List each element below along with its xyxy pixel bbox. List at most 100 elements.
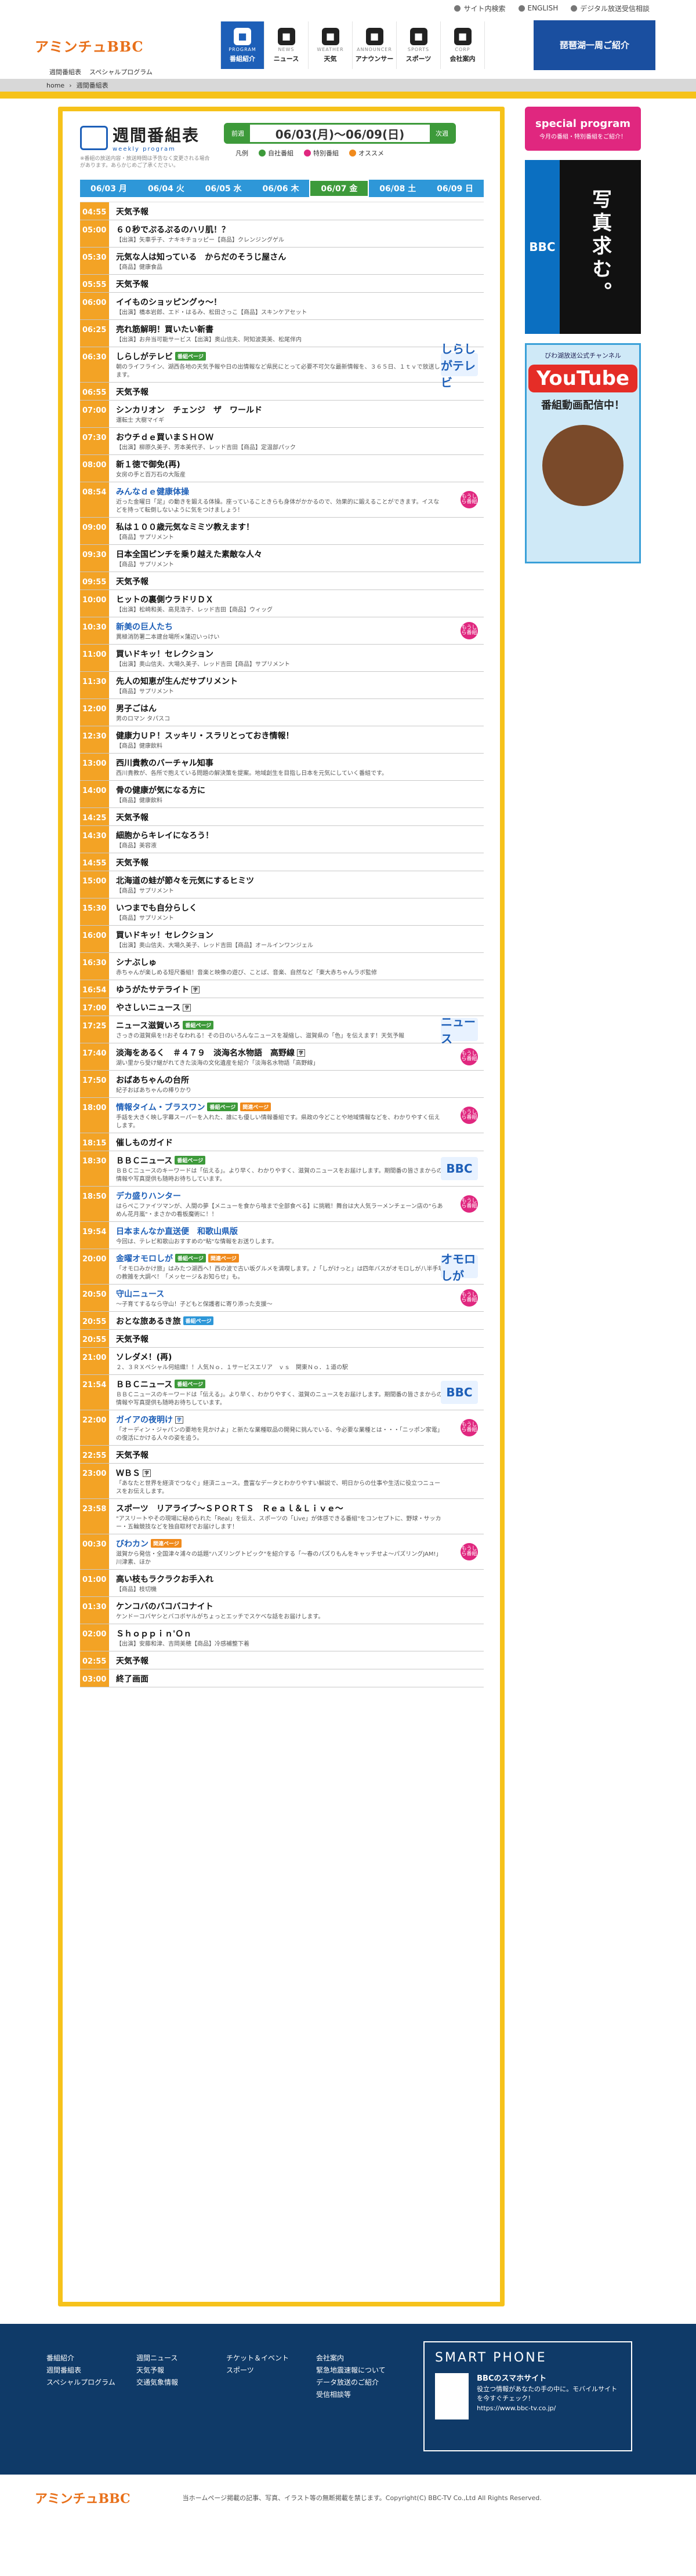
program-row[interactable]: 04:55 天気予報 [80, 202, 484, 221]
program-title[interactable]: 細胞からキレイになろう！ [116, 829, 479, 841]
program-row[interactable]: 12:30 健康力ＵＰ！スッキリ・スラリとっておき情報！ 【商品】健康飲料 [80, 726, 484, 754]
program-tag[interactable]: 関連ページ [240, 1103, 271, 1112]
program-row[interactable]: 01:30 ケンコバのバコバコナイト ケンドーコバヤシとバコボヤルがちょっとエッチで… [80, 1597, 484, 1625]
program-row[interactable]: 17:00 やさしいニュース字 [80, 998, 484, 1017]
program-row[interactable]: 08:00 新１徳で御免(再) 女房の手と百万石の大阪産 [80, 455, 484, 483]
program-title[interactable]: 天気予報 [116, 812, 479, 823]
day-tab[interactable]: 06/08 土 [369, 180, 426, 197]
program-title[interactable]: 私は１００歳元気なミミツ教えます！ [116, 521, 479, 533]
footer-link[interactable]: データ放送のご紹介 [316, 2377, 406, 2387]
program-row[interactable]: 10:30 新美の巨人たち 異極消防署二本建台場所×蒲辺いっけい もうしら番組 [80, 617, 484, 645]
program-row[interactable]: 07:00 シンカリオン チェンジ ザ ワールド 運転士 大樹マイギ [80, 401, 484, 428]
program-title[interactable]: おとな旅あるき旅 番組ページ [116, 1315, 479, 1327]
program-row[interactable]: 18:00 情報タイム・ブラスワン 番組ページ 関連ページ 手話を大きく映し字幕スーパー… [80, 1098, 484, 1134]
program-thumbnail[interactable]: ニュース [441, 1015, 478, 1046]
program-row[interactable]: 06:25 売れ筋解明！買いたい新書 【出演】お弁当可能サービス【出演】奥山信夫、阿… [80, 320, 484, 348]
program-row[interactable]: 18:30 ＢＢＣニュース 番組ページ ＢＢＣニュースのキーワードは「伝える」。より早… [80, 1151, 484, 1187]
program-title[interactable]: 北海道の蛙が節々を元気にするヒミツ [116, 875, 479, 886]
program-tag[interactable]: 番組ページ [207, 1103, 238, 1112]
program-title[interactable]: 天気予報 [116, 278, 479, 290]
program-title[interactable]: ゆうがたサテライト字 [116, 984, 479, 995]
program-title[interactable]: 高い枝もラクラクお手入れ [116, 1573, 479, 1585]
program-tag[interactable]: 番組ページ [175, 352, 206, 361]
day-tab[interactable]: 06/03 月 [80, 180, 137, 197]
program-row[interactable]: 09:00 私は１００歳元気なミミツ教えます！ 【商品】サプリメント [80, 518, 484, 545]
program-row[interactable]: 14:30 細胞からキレイになろう！ 【商品】美容液 [80, 826, 484, 854]
program-row[interactable]: 05:55 天気予報 [80, 275, 484, 293]
program-row[interactable]: 15:00 北海道の蛙が節々を元気にするヒミツ 【商品】サプリメント [80, 871, 484, 899]
program-title[interactable]: 金曜オモロしが 番組ページ 関連ページ [116, 1253, 479, 1264]
program-title[interactable]: 買いドキッ！セレクション [116, 648, 479, 660]
program-title[interactable]: 新１徳で御免(再) [116, 459, 479, 470]
program-tag[interactable]: 番組ページ [175, 1254, 206, 1263]
sub-link-0[interactable]: 週間番組表 [49, 67, 81, 77]
program-row[interactable]: 11:00 買いドキッ！セレクション 【出演】奥山信夫、大場久美子、レッド吉田【商品… [80, 645, 484, 672]
program-title[interactable]: 骨の健康が気になる方に [116, 784, 479, 796]
program-row[interactable]: 13:00 西川貴教のバーチャル知事 西川貴教が、各所で抱えている問題の解決策を提案… [80, 754, 484, 781]
program-row[interactable]: 02:00 Ｓｈｏｐｐｉｎ'Ｏｎ 【出演】安藤和津、吉岡美穂【商品】冷感補整下着 [80, 1624, 484, 1652]
program-row[interactable]: 22:55 天気予報 [80, 1446, 484, 1464]
program-row[interactable]: 18:50 デカ盛りハンター はらぺこファイツマンが、人間の夢【メニューを食から喰ま… [80, 1187, 484, 1222]
program-row[interactable]: 05:30 元気な人は知っている からだのそうじ屋さん 【商品】健康食品 [80, 248, 484, 275]
program-row[interactable]: 17:40 淡海をあるく ＃４７９ 淡海名水物語 高野線字湖い里から受け継がれてき… [80, 1043, 484, 1071]
program-title[interactable]: Ｓｈｏｐｐｉｎ'Ｏｎ [116, 1628, 479, 1639]
prev-week-button[interactable]: 前週 [226, 125, 250, 142]
day-tab[interactable]: 06/04 火 [137, 180, 195, 197]
nav-sports[interactable]: ■ SPORTS スポーツ [397, 21, 441, 69]
program-title[interactable]: 天気予報 [116, 857, 479, 868]
program-title[interactable]: 終了画面 [116, 1673, 479, 1684]
program-row[interactable]: 08:54 みんなｄｅ健康体操 近った金曜日「足」の動きを鍛える体操。座っていること… [80, 482, 484, 518]
program-row[interactable]: 11:30 先人の知恵が生んだサプリメント 【商品】サプリメント [80, 672, 484, 700]
site-logo[interactable]: アミンチュBBC [35, 28, 145, 63]
program-title[interactable]: 売れ筋解明！買いたい新書 [116, 323, 479, 335]
program-row[interactable]: 09:55 天気予報 [80, 572, 484, 591]
program-title[interactable]: 天気予報 [116, 206, 479, 217]
program-title[interactable]: 天気予報 [116, 1655, 479, 1667]
program-row[interactable]: 12:00 男子ごはん 男のロマン タパスコ [80, 699, 484, 727]
program-row[interactable]: 10:00 ヒットの裏側ウラドリＤＸ 【出演】松崎和美、高見浩子、レッド吉田【商品】… [80, 590, 484, 618]
header-banner[interactable]: 琵琶湖一周ご紹介 [534, 20, 655, 70]
program-row[interactable]: 16:00 買いドキッ！セレクション 【出演】奥山信夫、大場久美子、レッド吉田【商品… [80, 926, 484, 954]
program-title[interactable]: 日本まんなか直送便 和歌山県版 [116, 1225, 479, 1237]
footer-link[interactable]: スペシャルプログラム [46, 2377, 136, 2387]
program-title[interactable]: いつまでも自分らしく [116, 902, 479, 914]
program-tag[interactable]: 番組ページ [175, 1156, 206, 1165]
program-title[interactable]: 買いドキッ！セレクション [116, 929, 479, 941]
digital-consult-link[interactable]: デジタル放送受信相談 [571, 3, 650, 13]
program-title[interactable]: やさしいニュース字 [116, 1002, 479, 1013]
footer-link[interactable]: スポーツ [226, 2365, 316, 2375]
nav-corp[interactable]: ■ CORP 会社案内 [441, 21, 485, 69]
footer-link[interactable]: チケット＆イベント [226, 2353, 316, 2363]
youtube-banner[interactable]: びわ湖放送公式チャンネル YouTube 番組動画配信中！ [525, 343, 641, 563]
program-title[interactable]: 天気予報 [116, 1449, 479, 1461]
program-title[interactable]: おばあちゃんの台所 [116, 1074, 479, 1086]
program-title[interactable]: シンカリオン チェンジ ザ ワールド [116, 404, 479, 416]
program-title[interactable]: スポーツ リアライブ〜ＳＰＯＲＴＳ Ｒｅａｌ＆Ｌｉｖｅ〜 [116, 1502, 479, 1514]
english-link[interactable]: ENGLISH [518, 4, 558, 12]
breadcrumb-home[interactable]: home [46, 82, 64, 89]
special-program-banner[interactable]: special program 今月の番組・特別番組をご紹介！ [525, 107, 641, 151]
next-week-button[interactable]: 次週 [430, 125, 454, 142]
program-row[interactable]: 20:50 守山ニュース 〜子育てするなら守山！子どもと保護者に寄り添った支援〜 もう… [80, 1285, 484, 1312]
footer-link[interactable]: 会社案内 [316, 2353, 406, 2363]
photo-request-banner[interactable]: BBC 写真求む。 [525, 160, 641, 334]
program-title[interactable]: ＢＢＣニュース 番組ページ [116, 1378, 479, 1390]
program-title[interactable]: イイものショッピングゥ〜！ [116, 296, 479, 308]
program-thumbnail[interactable]: しらしがテレビ [441, 342, 478, 390]
program-title[interactable]: みんなｄｅ健康体操 [116, 486, 479, 497]
smartphone-url[interactable]: https://www.bbc-tv.co.jp/ [477, 2404, 556, 2412]
program-thumbnail[interactable]: オモロしが [441, 1252, 478, 1283]
program-row[interactable]: 21:54 ＢＢＣニュース 番組ページ ＢＢＣニュースのキーワードは「伝える」。より早… [80, 1375, 484, 1411]
program-row[interactable]: 03:00 終了画面 [80, 1669, 484, 1688]
program-row[interactable]: 17:50 おばあちゃんの台所 紀子おばあちゃんの棒りかり [80, 1071, 484, 1098]
nav-program[interactable]: ■ PROGRAM 番組紹介 [220, 21, 264, 69]
program-thumbnail[interactable]: BBC [441, 1157, 478, 1181]
program-title[interactable]: ＢＢＣニュース 番組ページ [116, 1155, 479, 1166]
program-row[interactable]: 20:00 金曜オモロしが 番組ページ 関連ページ 「オモロみかけ旅」はみたつ湖西へ！西… [80, 1249, 484, 1285]
program-row[interactable]: 14:55 天気予報 [80, 853, 484, 872]
program-row[interactable]: 06:00 イイものショッピングゥ〜！ 【出演】橋本岩郎、エド・はるみ、松田さっこ【… [80, 293, 484, 321]
program-title[interactable]: ヒットの裏側ウラドリＤＸ [116, 594, 479, 605]
program-tag[interactable]: 番組ページ [183, 1021, 214, 1030]
footer-link[interactable]: 番組紹介 [46, 2353, 136, 2363]
program-row[interactable]: 14:25 天気予報 [80, 808, 484, 827]
